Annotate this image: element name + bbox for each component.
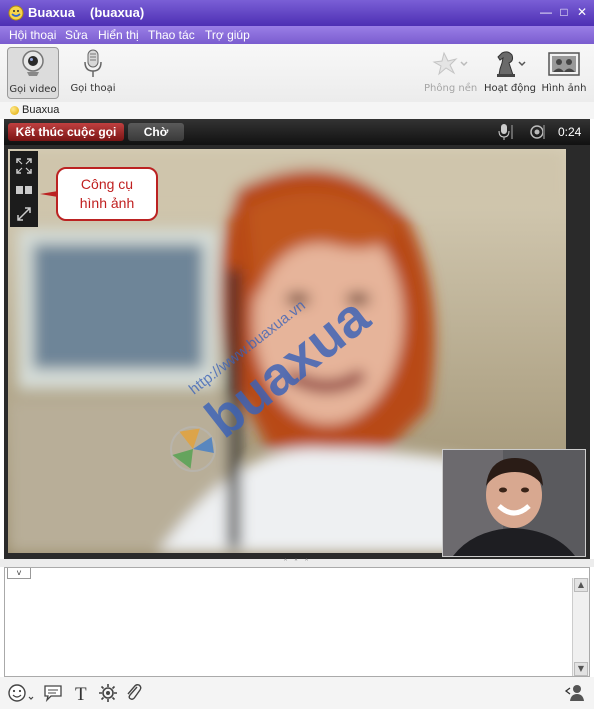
photo-frame-icon — [548, 52, 580, 76]
background-button[interactable]: Phông nền — [424, 47, 477, 97]
scroll-down-icon[interactable]: ▼ — [574, 662, 588, 676]
menu-view[interactable]: Hiển thị — [98, 28, 139, 42]
chevron-down-icon[interactable]: v — [7, 568, 31, 579]
text-format-icon[interactable]: T — [71, 682, 93, 704]
split-view-icon[interactable] — [15, 181, 33, 199]
swap-video-icon[interactable] — [15, 205, 33, 223]
settings-gear-icon[interactable] — [97, 682, 119, 704]
image-tools-panel — [10, 151, 38, 227]
call-control-bar: Kết thúc cuộc gọi Chờ 0:24 — [4, 119, 590, 145]
call-timer: 0:24 — [558, 125, 582, 139]
messenger-app-icon — [8, 5, 24, 21]
video-call-button[interactable]: Gọi video — [7, 47, 59, 99]
pane-splitter[interactable]: ˄ ˄ ˄ — [0, 559, 594, 567]
toolbar: Gọi video Gọi thoại Phông nền Hoạt động — [0, 44, 594, 103]
online-status-icon — [10, 106, 19, 115]
background-leaf-icon — [432, 51, 468, 76]
image-tools-callout: Công cụ hình ảnh — [56, 167, 158, 221]
self-view-frame — [443, 450, 585, 556]
window-title: Buaxua — [28, 5, 75, 20]
maximize-button[interactable]: □ — [558, 5, 570, 19]
menu-help[interactable]: Trợ giúp — [205, 28, 250, 42]
composer-scrollbar[interactable]: ▲ ▼ — [572, 578, 589, 676]
menu-bar: Hội thoại Sửa Hiển thị Thao tác Trợ giúp — [0, 26, 594, 44]
title-bar: Buaxua (buaxua) — □ ✕ — [0, 0, 594, 26]
attachment-icon[interactable] — [123, 682, 145, 704]
window-controls: — □ ✕ — [540, 5, 588, 19]
window-subtitle: (buaxua) — [90, 5, 145, 20]
menu-edit[interactable]: Sửa — [65, 28, 88, 42]
menu-conversation[interactable]: Hội thoại — [9, 28, 56, 42]
contact-status-bar: Buaxua — [0, 102, 594, 119]
composer-toolbar: T — [0, 677, 594, 709]
audible-icon[interactable] — [42, 682, 64, 704]
speaker-volume-icon[interactable] — [528, 123, 546, 141]
photos-button[interactable]: Hình ảnh — [541, 47, 587, 97]
microphone-level-icon[interactable] — [496, 123, 514, 141]
close-button[interactable]: ✕ — [576, 5, 588, 19]
video-pane: Kết thúc cuộc gọi Chờ 0:24 buaxua http:/… — [4, 119, 590, 559]
svg-text:T: T — [75, 684, 87, 704]
message-input[interactable]: v ▲ ▼ — [4, 567, 590, 677]
contact-info-icon[interactable] — [564, 682, 586, 704]
webcam-icon — [22, 50, 44, 76]
voice-call-button[interactable]: Gọi thoại — [68, 47, 118, 97]
hold-button[interactable]: Chờ — [128, 123, 184, 141]
chess-knight-icon — [497, 51, 526, 77]
minimize-button[interactable]: — — [540, 5, 552, 19]
menu-actions[interactable]: Thao tác — [148, 28, 195, 42]
microphone-icon — [84, 49, 102, 77]
emoticon-icon[interactable] — [6, 682, 36, 704]
scroll-up-icon[interactable]: ▲ — [574, 578, 588, 592]
end-call-button[interactable]: Kết thúc cuộc gọi — [8, 123, 124, 141]
fullscreen-icon[interactable] — [15, 157, 33, 175]
self-view[interactable] — [442, 449, 586, 557]
activities-button[interactable]: Hoạt động — [484, 47, 536, 97]
contact-name[interactable]: Buaxua — [22, 104, 59, 116]
